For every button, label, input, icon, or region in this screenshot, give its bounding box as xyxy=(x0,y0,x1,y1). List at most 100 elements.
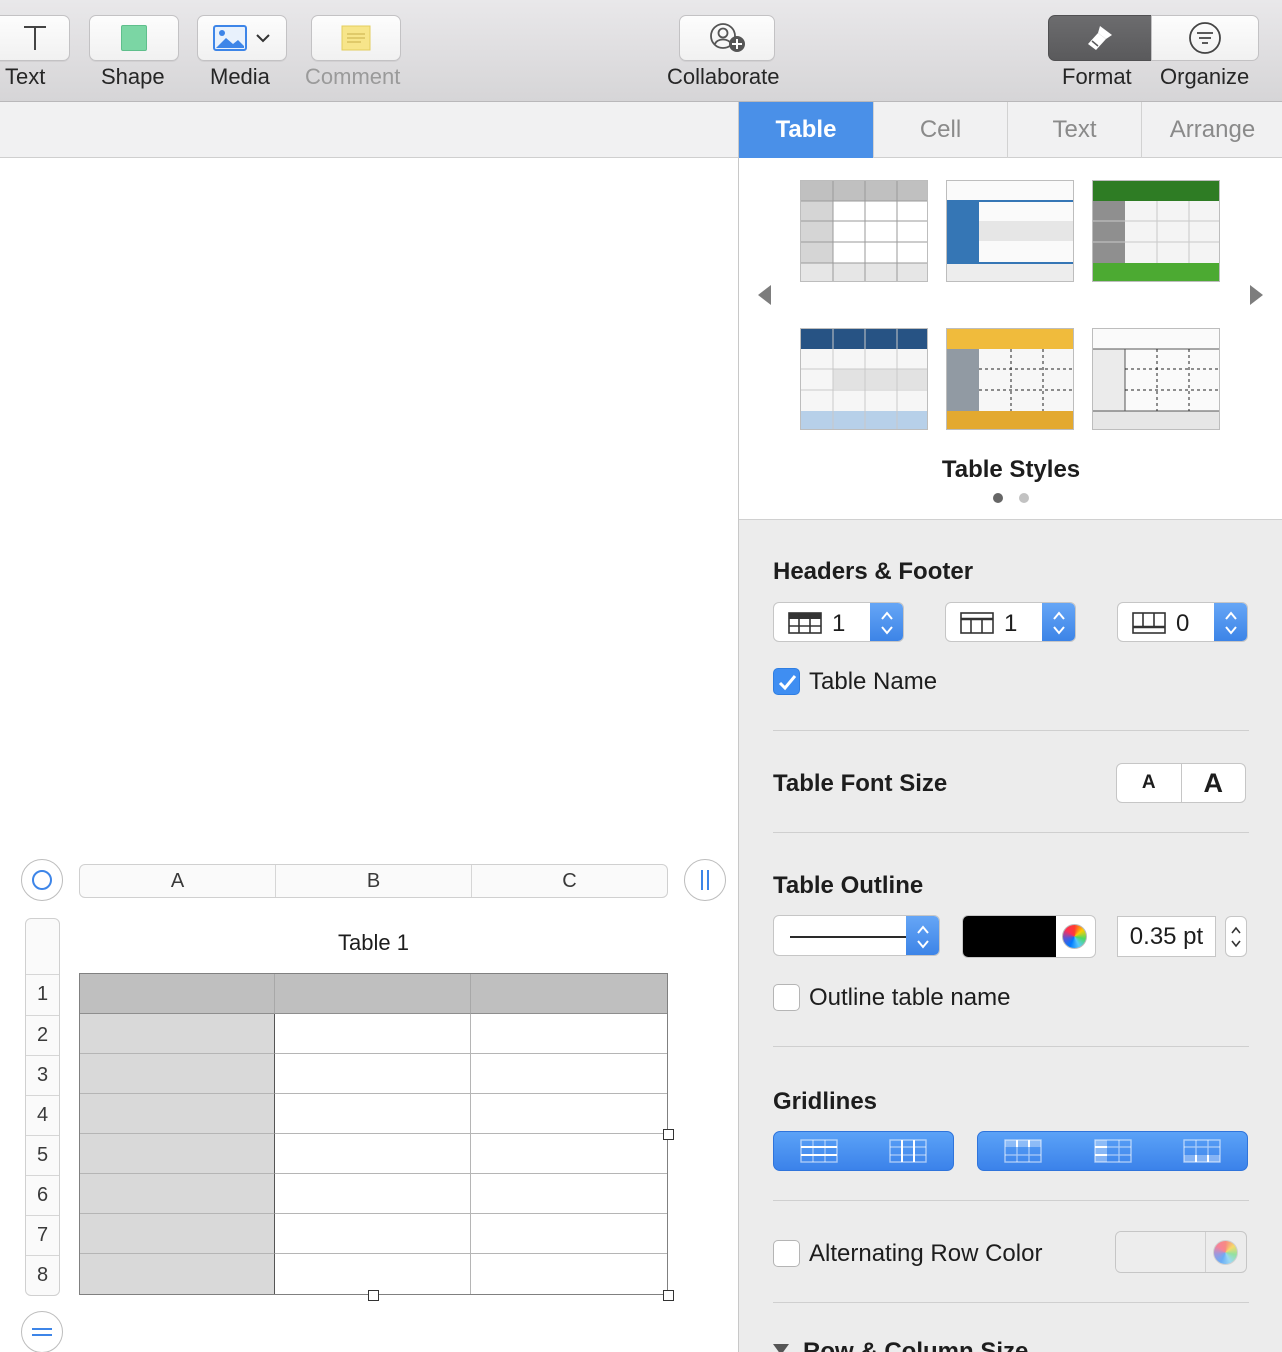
table-cell[interactable] xyxy=(471,1174,668,1214)
header-column-gridlines-button[interactable] xyxy=(1068,1132,1158,1170)
table-cell[interactable] xyxy=(471,1054,668,1094)
table-cell[interactable] xyxy=(471,1134,668,1174)
tab-cell[interactable]: Cell xyxy=(874,102,1008,158)
table-style-4[interactable] xyxy=(800,328,928,430)
table-cell[interactable] xyxy=(79,1254,275,1295)
table-cell[interactable] xyxy=(79,1174,275,1214)
table-style-5[interactable] xyxy=(946,328,1074,430)
horizontal-gridlines-button[interactable] xyxy=(774,1132,864,1170)
table-cell[interactable] xyxy=(275,1214,471,1254)
table-style-2[interactable] xyxy=(946,180,1074,282)
outline-width-field[interactable]: 0.35 pt xyxy=(1117,916,1216,957)
resize-handle-bottom[interactable] xyxy=(368,1290,379,1301)
alternating-color-well[interactable] xyxy=(1115,1231,1247,1273)
color-wheel-icon[interactable] xyxy=(1062,924,1087,949)
table-title[interactable]: Table 1 xyxy=(79,930,668,956)
disclosure-triangle-icon[interactable] xyxy=(773,1344,789,1352)
table-grid[interactable] xyxy=(79,973,668,1295)
tab-arrange[interactable]: Arrange xyxy=(1142,102,1282,158)
row-header-1[interactable]: 1 xyxy=(26,974,59,1014)
header-columns-stepper[interactable]: 1 xyxy=(945,602,1076,642)
column-header-a[interactable]: A xyxy=(80,865,276,897)
tab-table[interactable]: Table xyxy=(739,102,874,158)
select-table-button[interactable] xyxy=(21,859,63,901)
page-dot-2[interactable] xyxy=(1019,493,1029,503)
table-cell[interactable] xyxy=(79,973,275,1014)
table-cell[interactable] xyxy=(471,973,668,1014)
outline-table-name-label[interactable]: Outline table name xyxy=(809,984,1010,1012)
footer-rows-stepper[interactable]: 0 xyxy=(1117,602,1248,642)
footer-row-gridlines-button[interactable] xyxy=(1157,1132,1247,1170)
tab-text[interactable]: Text xyxy=(1008,102,1142,158)
outline-width-stepper[interactable] xyxy=(1225,916,1247,957)
table-cell[interactable] xyxy=(275,1054,471,1094)
table-cell[interactable] xyxy=(275,1134,471,1174)
header-rows-arrows[interactable] xyxy=(870,603,903,641)
resize-handle-right[interactable] xyxy=(663,1129,674,1140)
shape-button[interactable] xyxy=(89,15,179,61)
alternating-color-swatch[interactable] xyxy=(1116,1232,1206,1272)
row-header-8[interactable]: 8 xyxy=(26,1255,59,1295)
table-cell[interactable] xyxy=(471,1254,668,1295)
header-rows-value: 1 xyxy=(832,610,846,637)
outline-color-swatch[interactable] xyxy=(963,916,1056,957)
table-cell[interactable] xyxy=(79,1054,275,1094)
row-header-3[interactable]: 3 xyxy=(26,1055,59,1095)
comment-button[interactable] xyxy=(311,15,401,61)
organize-button[interactable] xyxy=(1151,15,1259,61)
header-rows-stepper[interactable]: 1 xyxy=(773,602,904,642)
format-button[interactable] xyxy=(1048,15,1152,61)
column-header-b[interactable]: B xyxy=(276,865,472,897)
outline-color-well[interactable] xyxy=(962,915,1096,958)
table-style-1[interactable] xyxy=(800,180,928,282)
next-styles-arrow-icon[interactable] xyxy=(1250,285,1263,305)
media-button[interactable] xyxy=(197,15,287,61)
outline-table-name-checkbox[interactable] xyxy=(773,984,800,1011)
add-row-handle[interactable] xyxy=(21,1311,63,1352)
header-column-gridlines-icon xyxy=(1093,1139,1132,1163)
alternating-row-color-checkbox[interactable] xyxy=(773,1240,800,1267)
add-column-handle[interactable] xyxy=(684,859,726,901)
table-name-label[interactable]: Table Name xyxy=(809,668,937,696)
table-cell[interactable] xyxy=(79,1134,275,1174)
footer-rows-value: 0 xyxy=(1176,610,1190,637)
increase-font-size-button[interactable]: A xyxy=(1182,764,1246,802)
table-cell[interactable] xyxy=(275,1014,471,1054)
decrease-font-size-button[interactable]: A xyxy=(1117,764,1182,802)
row-column-size-title[interactable]: Row & Column Size xyxy=(803,1338,1028,1352)
row-header-4[interactable]: 4 xyxy=(26,1095,59,1135)
header-row-gridlines-button[interactable] xyxy=(978,1132,1068,1170)
outline-style-arrows[interactable] xyxy=(906,916,939,955)
outline-style-popup[interactable] xyxy=(773,915,940,956)
collaborate-button[interactable] xyxy=(679,15,775,61)
table-cell[interactable] xyxy=(275,1254,471,1295)
shape-icon xyxy=(121,25,147,51)
text-button[interactable] xyxy=(0,15,70,61)
collaborate-label: Collaborate xyxy=(667,64,780,89)
table-cell[interactable] xyxy=(471,1214,668,1254)
table-cell[interactable] xyxy=(471,1014,668,1054)
table-cell[interactable] xyxy=(79,1094,275,1134)
table-style-3[interactable] xyxy=(1092,180,1220,282)
table-cell[interactable] xyxy=(471,1094,668,1134)
row-header-7[interactable]: 7 xyxy=(26,1215,59,1255)
column-header-c[interactable]: C xyxy=(472,865,667,897)
row-header-2[interactable]: 2 xyxy=(26,1015,59,1055)
alternating-row-color-label[interactable]: Alternating Row Color xyxy=(809,1240,1042,1268)
footer-rows-arrows[interactable] xyxy=(1214,603,1247,641)
page-dot-1[interactable] xyxy=(993,493,1003,503)
color-wheel-icon[interactable] xyxy=(1213,1240,1238,1265)
vertical-gridlines-button[interactable] xyxy=(864,1132,954,1170)
table-cell[interactable] xyxy=(275,973,471,1014)
table-cell[interactable] xyxy=(79,1214,275,1254)
table-cell[interactable] xyxy=(275,1094,471,1134)
table-style-6[interactable] xyxy=(1092,328,1220,430)
resize-handle-corner[interactable] xyxy=(663,1290,674,1301)
table-cell[interactable] xyxy=(275,1174,471,1214)
row-header-6[interactable]: 6 xyxy=(26,1175,59,1215)
row-header-5[interactable]: 5 xyxy=(26,1135,59,1175)
header-columns-arrows[interactable] xyxy=(1042,603,1075,641)
previous-styles-arrow-icon[interactable] xyxy=(758,285,771,305)
table-name-checkbox[interactable] xyxy=(773,668,800,695)
table-cell[interactable] xyxy=(79,1014,275,1054)
